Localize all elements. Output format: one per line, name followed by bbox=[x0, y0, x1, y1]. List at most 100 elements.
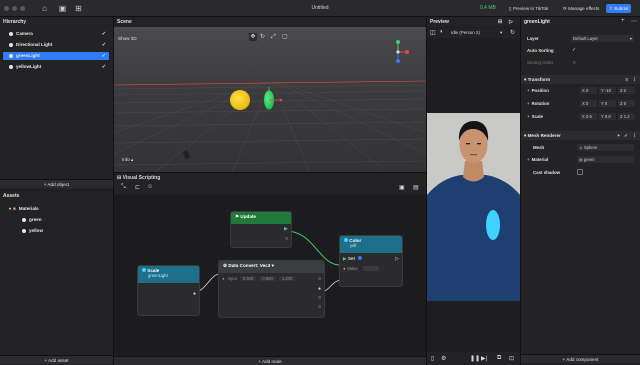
add-component-button[interactable]: + Add component bbox=[521, 354, 640, 363]
hierarchy-item-directional-light[interactable]: Directional Light ✓ bbox=[3, 41, 109, 49]
window-minimize-dot[interactable] bbox=[12, 6, 17, 11]
manage-effects-button[interactable]: ⟳ Manage effects bbox=[560, 4, 602, 13]
material-field[interactable]: ◍ green bbox=[577, 156, 634, 163]
hierarchy-item-label: yellowLight bbox=[16, 64, 42, 69]
data-out-port-icon[interactable]: ○ bbox=[318, 276, 321, 282]
person-icon[interactable]: ◐ bbox=[440, 29, 444, 35]
collapse-icon[interactable]: ⊟ bbox=[498, 19, 502, 25]
layer-dropdown[interactable]: Default Layer ▾ bbox=[571, 35, 634, 42]
update-node[interactable]: ⚑ Update ▶ ○ bbox=[230, 211, 292, 248]
step-icon[interactable]: ▶| bbox=[481, 355, 487, 362]
rotation-y-field[interactable]: Y 0 bbox=[599, 100, 616, 107]
hierarchy-item-yellowlight[interactable]: yellowLight ✓ bbox=[3, 63, 109, 71]
preview-mode-dropdown[interactable]: Idle (Person 2) bbox=[451, 30, 480, 35]
assets-panel: Assets ▾ ■ Materials green yellow + Add as… bbox=[0, 191, 113, 365]
add-icon[interactable]: + bbox=[621, 18, 625, 24]
window-close-dot[interactable] bbox=[4, 6, 9, 11]
add-asset-button[interactable]: + Add asset bbox=[0, 355, 113, 364]
hierarchy-item-greenlight[interactable]: greenLight ✓ bbox=[3, 52, 109, 60]
move-tool-icon[interactable]: ✥ bbox=[249, 33, 257, 41]
preview-in-tiktok-button[interactable]: ▯ Preview in TikTok bbox=[506, 4, 551, 13]
position-z-field[interactable]: Z 0 bbox=[618, 87, 635, 94]
data-in-port-icon[interactable]: ● bbox=[222, 276, 225, 281]
add-object-button[interactable]: + Add object bbox=[0, 179, 113, 188]
scene-viewport[interactable] bbox=[114, 27, 426, 173]
set-label: Set bbox=[347, 256, 355, 261]
settings-panel-icon[interactable]: ▤ bbox=[413, 184, 419, 191]
crop-icon[interactable]: ⧉ bbox=[497, 355, 501, 362]
scale-node[interactable]: Scale greenLight ● bbox=[137, 265, 200, 316]
more-icon[interactable]: ⋮ bbox=[632, 131, 637, 140]
visibility-check-icon[interactable]: ✓ bbox=[102, 41, 106, 49]
preview-footer: ▯ ⚙ ❚❚ ▶| ⧉ ⊡ bbox=[427, 352, 520, 365]
scale-tool-icon[interactable]: ⤢ bbox=[271, 33, 276, 41]
rect-tool-icon[interactable]: ▢ bbox=[282, 33, 288, 41]
position-z-value: 0 bbox=[623, 88, 627, 93]
cast-shadow-checkbox[interactable] bbox=[577, 169, 583, 175]
fit-view-icon[interactable]: ⤡ bbox=[121, 184, 126, 191]
add-icon[interactable]: + bbox=[617, 131, 620, 140]
rotation-z-field[interactable]: Z 0 bbox=[618, 100, 635, 107]
scale-x-field[interactable]: X 0.5 bbox=[580, 113, 597, 120]
position-y-field[interactable]: Y -10 bbox=[599, 87, 616, 94]
data-out-port-icon[interactable]: ● bbox=[193, 291, 196, 297]
asset-item-yellow[interactable]: yellow bbox=[16, 227, 106, 235]
save-icon[interactable]: ▣ bbox=[58, 4, 67, 13]
submit-button[interactable]: ⇪ Submit bbox=[606, 4, 632, 13]
data-out-port-icon[interactable]: ○ bbox=[285, 236, 288, 242]
collapse-icon[interactable]: ⊟ bbox=[117, 175, 121, 181]
scale-y-field[interactable]: Y 0.8 bbox=[599, 113, 616, 120]
hierarchy-item-camera[interactable]: Camera ✓ bbox=[3, 30, 109, 38]
scene-title: Scene bbox=[114, 17, 426, 27]
asset-item-green[interactable]: green bbox=[16, 216, 106, 224]
camera-switch-icon[interactable]: ◫ bbox=[430, 29, 436, 36]
comment-icon[interactable]: ☺ bbox=[147, 184, 153, 190]
refresh-icon[interactable]: ↻ bbox=[510, 29, 515, 36]
gear-icon[interactable]: ⚙ bbox=[441, 355, 446, 362]
minimap-icon[interactable]: ▣ bbox=[399, 184, 405, 191]
exec-out-port-icon[interactable]: ▶ bbox=[284, 226, 288, 232]
visibility-check-icon[interactable]: ✓ bbox=[102, 30, 106, 38]
color-node[interactable]: Color yell ▶ Set ▷ ● Value bbox=[339, 235, 403, 287]
data-out-port-icon[interactable]: ○ bbox=[318, 295, 321, 301]
transform-section-header[interactable]: ▾ Transform ≡ ⋮ bbox=[521, 75, 640, 84]
vec-y-field[interactable]: 0.800 bbox=[259, 276, 276, 281]
rotate-tool-icon[interactable]: ↻ bbox=[260, 33, 265, 41]
auto-sorting-checkbox[interactable]: ✓ bbox=[572, 47, 576, 53]
layout-icon[interactable]: ⊞ bbox=[74, 4, 83, 13]
phone-icon[interactable]: ▯ bbox=[431, 355, 434, 362]
data-in-port-icon[interactable]: ● bbox=[343, 266, 346, 271]
screenshot-icon[interactable]: ⊡ bbox=[509, 355, 514, 362]
chevron-down-icon: ▾ bbox=[271, 263, 274, 268]
data-out-port-icon[interactable]: ● bbox=[318, 286, 321, 292]
more-icon[interactable]: ⋮ bbox=[632, 75, 637, 84]
data-out-port-icon[interactable]: ○ bbox=[318, 304, 321, 310]
chevron-down-icon[interactable]: ▾ bbox=[500, 30, 502, 36]
value-field[interactable] bbox=[363, 266, 380, 272]
exec-in-port-icon[interactable]: ▶ bbox=[343, 256, 347, 261]
play-icon[interactable]: ▷ bbox=[509, 19, 513, 25]
assets-folder-materials[interactable]: ▾ ■ Materials bbox=[3, 205, 109, 213]
help-icon[interactable]: ≡ bbox=[625, 75, 628, 84]
scale-z-field[interactable]: Z 1.2 bbox=[618, 113, 635, 120]
mesh-field[interactable]: ◉ Sphere bbox=[577, 144, 634, 151]
more-icon[interactable]: ⋯ bbox=[631, 18, 637, 25]
sorting-order-value[interactable]: 0 bbox=[573, 60, 575, 65]
mesh-renderer-section-header[interactable]: ▾ Mesh Renderer + ✓ ⋮ bbox=[521, 131, 640, 140]
pause-icon[interactable]: ❚❚ bbox=[470, 355, 480, 362]
enabled-check-icon[interactable]: ✓ bbox=[624, 131, 628, 140]
align-icon[interactable]: ⊏ bbox=[135, 184, 140, 191]
exec-out-port-icon[interactable]: ▷ bbox=[395, 256, 399, 262]
rotation-x-field[interactable]: X 0 bbox=[580, 100, 597, 107]
window-maximize-dot[interactable] bbox=[20, 6, 25, 11]
home-icon[interactable]: ⌂ bbox=[40, 4, 49, 13]
scene-info[interactable]: Info ▴ bbox=[122, 157, 133, 163]
position-x-field[interactable]: X 0 bbox=[580, 87, 597, 94]
data-convert-node[interactable]: ⚙ Data Convert: Vec3 ▾ ● Input 0.500 0.8… bbox=[218, 260, 325, 318]
visibility-check-icon[interactable]: ✓ bbox=[102, 52, 106, 60]
vec-x-field[interactable]: 0.500 bbox=[239, 276, 257, 281]
vec-z-field[interactable]: 1.200 bbox=[278, 276, 296, 281]
expand-icon: + bbox=[527, 114, 530, 119]
add-node-button[interactable]: + Add node bbox=[114, 356, 426, 365]
visibility-check-icon[interactable]: ✓ bbox=[102, 63, 106, 71]
